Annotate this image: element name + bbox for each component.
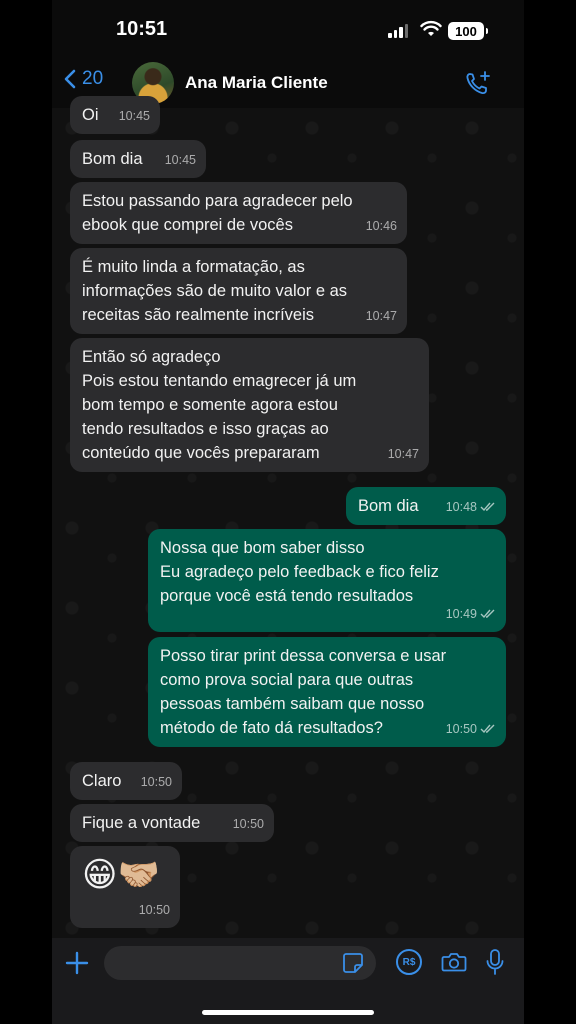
- back-button[interactable]: 20: [64, 68, 103, 90]
- microphone-icon[interactable]: [485, 948, 505, 976]
- payment-button[interactable]: R$: [396, 949, 422, 975]
- message-incoming[interactable]: Claro 10:50: [70, 762, 182, 800]
- message-text: Nossa que bom saber disso Eu agradeço pe…: [160, 539, 439, 605]
- message-text: Estou passando para agradecer pelo ebook…: [82, 192, 353, 234]
- cellular-signal-icon: [388, 24, 408, 38]
- phone-screen: 10:51 100 20 Ana Maria Cliente Oi 10:45 …: [52, 0, 524, 1024]
- message-time: 10:45: [164, 153, 196, 167]
- message-text: É muito linda a formatação, as informaçõ…: [82, 258, 348, 324]
- message-time: 10:45: [118, 109, 150, 123]
- message-input[interactable]: [104, 946, 376, 980]
- message-outgoing[interactable]: Bom dia 10:48: [346, 487, 506, 525]
- read-ticks-icon: [480, 724, 495, 734]
- message-incoming[interactable]: Estou passando para agradecer pelo ebook…: [70, 182, 407, 244]
- contact-name[interactable]: Ana Maria Cliente: [185, 73, 328, 93]
- message-time: 10:50: [446, 717, 496, 741]
- camera-icon[interactable]: [441, 950, 467, 974]
- message-outgoing[interactable]: Nossa que bom saber disso Eu agradeço pe…: [148, 529, 506, 632]
- read-ticks-icon: [480, 502, 495, 512]
- chevron-left-icon: [64, 69, 76, 89]
- emoji-message: 😁🤝🏼: [82, 856, 160, 894]
- message-outgoing[interactable]: Posso tirar print dessa conversa e usar …: [148, 637, 506, 747]
- input-bar: R$: [52, 938, 524, 1024]
- home-indicator: [202, 1010, 374, 1015]
- message-time: 10:46: [365, 219, 397, 233]
- read-ticks-icon: [480, 609, 495, 619]
- unread-count: 20: [82, 68, 104, 89]
- add-call-icon[interactable]: [464, 70, 492, 98]
- message-incoming[interactable]: Fique a vontade 10:50: [70, 804, 274, 842]
- status-bar: 10:51 100: [52, 0, 524, 58]
- sticker-icon[interactable]: [342, 952, 364, 974]
- message-time: 10:47: [365, 309, 397, 323]
- message-incoming[interactable]: É muito linda a formatação, as informaçõ…: [70, 248, 407, 334]
- message-incoming[interactable]: Então só agradeço Pois estou tentando em…: [70, 338, 429, 472]
- battery-icon: 100: [448, 22, 488, 40]
- plus-icon[interactable]: [64, 950, 90, 976]
- message-time: 10:47: [387, 447, 419, 461]
- message-time: 10:50: [140, 775, 172, 789]
- message-incoming[interactable]: Oi 10:45: [70, 96, 160, 134]
- message-text: Então só agradeço Pois estou tentando em…: [82, 348, 357, 462]
- status-time: 10:51: [116, 18, 168, 40]
- message-time: 10:49: [446, 602, 496, 626]
- message-text: Posso tirar print dessa conversa e usar …: [160, 647, 447, 737]
- message-time: 10:50: [232, 817, 264, 831]
- message-incoming-emoji[interactable]: 😁🤝🏼 10:50: [70, 846, 180, 928]
- wifi-icon: [420, 20, 442, 36]
- message-incoming[interactable]: Bom dia 10:45: [70, 140, 206, 178]
- message-time: 10:48: [446, 495, 496, 519]
- message-time: 10:50: [138, 903, 170, 917]
